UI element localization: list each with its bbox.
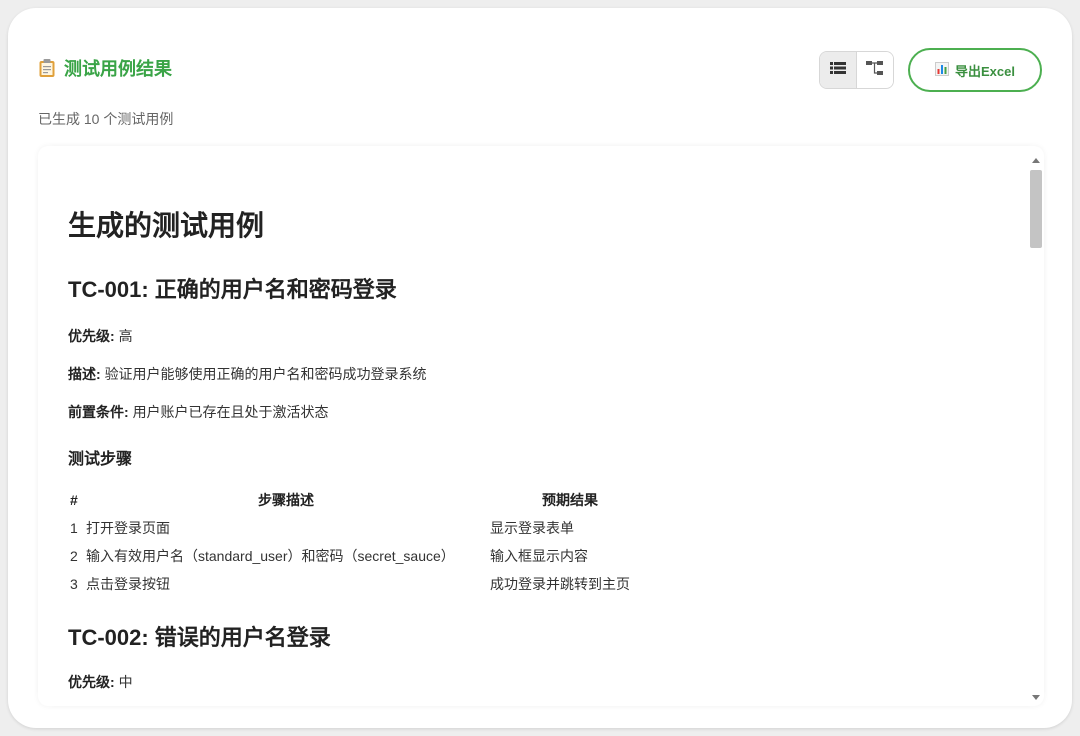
table-header-row: # 步骤描述 预期结果 [68, 486, 652, 514]
tc-title: TC-002: 错误的用户名登录 [68, 625, 331, 650]
test-results-card: 测试用例结果 导出Excel 已生成 10 个测试用例 生成的测试用例 TC-0… [8, 8, 1072, 728]
tree-view-button[interactable] [856, 52, 893, 88]
scroll-down-arrow[interactable] [1032, 695, 1040, 700]
export-excel-button[interactable]: 导出Excel [908, 48, 1042, 92]
scroll-up-arrow[interactable] [1032, 158, 1040, 163]
row-step: 打开登录页面 [86, 520, 170, 536]
precondition-value: 用户账户已存在且处于激活状态 [132, 404, 329, 420]
scroll-thumb[interactable] [1030, 170, 1042, 248]
row-step: 点击登录按钮 [86, 576, 170, 592]
priority-line: 优先级: 中 [68, 672, 133, 692]
export-label: 导出Excel [955, 63, 1015, 79]
row-step: 输入有效用户名（standard_user）和密码（secret_sauce） [86, 548, 455, 564]
steps-heading: 测试步骤 [68, 451, 133, 468]
result-count: 已生成 10 个测试用例 [38, 111, 174, 127]
doc-heading: 生成的测试用例 [68, 210, 265, 241]
bar-chart-icon [935, 61, 949, 79]
tc-title: TC-001: 正确的用户名和密码登录 [68, 277, 397, 302]
row-result: 成功登录并跳转到主页 [490, 576, 630, 592]
precondition-line: 前置条件: 用户账户已存在且处于激活状态 [68, 402, 329, 422]
column-header-result: 预期结果 [542, 492, 598, 508]
priority-label: 优先级: [68, 328, 115, 344]
priority-value: 中 [118, 674, 133, 690]
description-line: 描述: 验证用户能够使用正确的用户名和密码成功登录系统 [68, 364, 427, 384]
view-toggle [819, 51, 894, 89]
priority-line: 优先级: 高 [68, 326, 133, 346]
column-header-step: 步骤描述 [258, 492, 314, 508]
tree-view-icon [866, 60, 884, 81]
title-group: 测试用例结果 [38, 55, 172, 81]
results-panel[interactable]: 生成的测试用例 TC-001: 正确的用户名和密码登录 优先级: 高 描述: 验… [38, 146, 1044, 706]
priority-label: 优先级: [68, 674, 115, 690]
results-content: 生成的测试用例 TC-001: 正确的用户名和密码登录 优先级: 高 描述: 验… [68, 146, 1018, 706]
table-row: 1 打开登录页面 显示登录表单 [68, 514, 652, 542]
precondition-label: 前置条件: [68, 404, 129, 420]
list-view-icon [830, 61, 846, 80]
page-title: 测试用例结果 [64, 59, 172, 79]
row-num: 1 [70, 520, 78, 536]
column-header-num: # [70, 492, 78, 508]
header-actions: 导出Excel [819, 48, 1042, 92]
description-value: 验证用户能够使用正确的用户名和密码成功登录系统 [104, 366, 427, 382]
row-result: 输入框显示内容 [490, 548, 588, 564]
table-row: 2 输入有效用户名（standard_user）和密码（secret_sauce… [68, 542, 652, 570]
table-row: 3 点击登录按钮 成功登录并跳转到主页 [68, 570, 652, 598]
row-num: 3 [70, 576, 78, 592]
description-label: 描述: [68, 366, 101, 382]
card-header: 测试用例结果 导出Excel [38, 46, 1042, 94]
list-view-button[interactable] [820, 52, 856, 88]
vertical-scrollbar[interactable] [1028, 154, 1044, 702]
row-result: 显示登录表单 [490, 520, 574, 536]
priority-value: 高 [118, 328, 133, 344]
row-num: 2 [70, 548, 78, 564]
clipboard-icon [38, 58, 56, 78]
steps-table: # 步骤描述 预期结果 1 打开登录页面 显示登录表单 2 输入有效用户名（st… [68, 486, 652, 598]
